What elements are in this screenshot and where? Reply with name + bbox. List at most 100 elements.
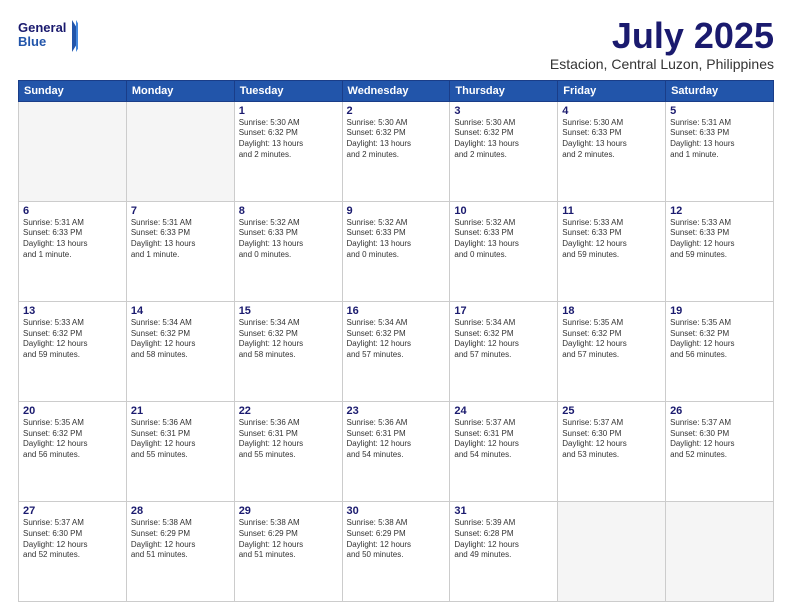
day-details: Sunrise: 5:37 AM Sunset: 6:30 PM Dayligh… [23, 518, 122, 561]
calendar-header-cell: Saturday [666, 80, 774, 101]
calendar-cell: 23Sunrise: 5:36 AM Sunset: 6:31 PM Dayli… [342, 401, 450, 501]
day-details: Sunrise: 5:33 AM Sunset: 6:33 PM Dayligh… [670, 218, 769, 261]
day-number: 22 [239, 405, 338, 417]
day-number: 11 [562, 205, 661, 217]
day-number: 18 [562, 305, 661, 317]
day-number: 9 [347, 205, 446, 217]
calendar-header-row: SundayMondayTuesdayWednesdayThursdayFrid… [19, 80, 774, 101]
calendar-cell [558, 501, 666, 601]
calendar-cell: 25Sunrise: 5:37 AM Sunset: 6:30 PM Dayli… [558, 401, 666, 501]
day-number: 27 [23, 505, 122, 517]
day-details: Sunrise: 5:32 AM Sunset: 6:33 PM Dayligh… [454, 218, 553, 261]
day-number: 14 [131, 305, 230, 317]
day-number: 30 [347, 505, 446, 517]
day-details: Sunrise: 5:35 AM Sunset: 6:32 PM Dayligh… [670, 318, 769, 361]
day-number: 7 [131, 205, 230, 217]
day-number: 29 [239, 505, 338, 517]
calendar-cell: 17Sunrise: 5:34 AM Sunset: 6:32 PM Dayli… [450, 301, 558, 401]
header: General Blue July 2025 Estacion, Central… [18, 16, 774, 72]
day-details: Sunrise: 5:30 AM Sunset: 6:32 PM Dayligh… [347, 118, 446, 161]
calendar-cell: 7Sunrise: 5:31 AM Sunset: 6:33 PM Daylig… [126, 201, 234, 301]
calendar-cell: 19Sunrise: 5:35 AM Sunset: 6:32 PM Dayli… [666, 301, 774, 401]
day-details: Sunrise: 5:34 AM Sunset: 6:32 PM Dayligh… [239, 318, 338, 361]
calendar-cell: 10Sunrise: 5:32 AM Sunset: 6:33 PM Dayli… [450, 201, 558, 301]
day-number: 31 [454, 505, 553, 517]
day-details: Sunrise: 5:38 AM Sunset: 6:29 PM Dayligh… [239, 518, 338, 561]
day-details: Sunrise: 5:35 AM Sunset: 6:32 PM Dayligh… [23, 418, 122, 461]
day-number: 5 [670, 105, 769, 117]
calendar-header-cell: Thursday [450, 80, 558, 101]
calendar-cell: 18Sunrise: 5:35 AM Sunset: 6:32 PM Dayli… [558, 301, 666, 401]
day-number: 20 [23, 405, 122, 417]
calendar-cell: 11Sunrise: 5:33 AM Sunset: 6:33 PM Dayli… [558, 201, 666, 301]
day-details: Sunrise: 5:34 AM Sunset: 6:32 PM Dayligh… [347, 318, 446, 361]
calendar-week-row: 27Sunrise: 5:37 AM Sunset: 6:30 PM Dayli… [19, 501, 774, 601]
calendar-header-cell: Wednesday [342, 80, 450, 101]
day-number: 3 [454, 105, 553, 117]
day-number: 8 [239, 205, 338, 217]
calendar-cell: 30Sunrise: 5:38 AM Sunset: 6:29 PM Dayli… [342, 501, 450, 601]
location-title: Estacion, Central Luzon, Philippines [550, 56, 774, 72]
day-number: 2 [347, 105, 446, 117]
day-details: Sunrise: 5:33 AM Sunset: 6:32 PM Dayligh… [23, 318, 122, 361]
day-details: Sunrise: 5:36 AM Sunset: 6:31 PM Dayligh… [239, 418, 338, 461]
calendar-cell: 24Sunrise: 5:37 AM Sunset: 6:31 PM Dayli… [450, 401, 558, 501]
calendar-cell: 20Sunrise: 5:35 AM Sunset: 6:32 PM Dayli… [19, 401, 127, 501]
day-details: Sunrise: 5:38 AM Sunset: 6:29 PM Dayligh… [347, 518, 446, 561]
calendar-header-cell: Friday [558, 80, 666, 101]
calendar-cell: 12Sunrise: 5:33 AM Sunset: 6:33 PM Dayli… [666, 201, 774, 301]
day-number: 24 [454, 405, 553, 417]
day-number: 17 [454, 305, 553, 317]
calendar-header-cell: Sunday [19, 80, 127, 101]
calendar-cell: 9Sunrise: 5:32 AM Sunset: 6:33 PM Daylig… [342, 201, 450, 301]
calendar-cell: 27Sunrise: 5:37 AM Sunset: 6:30 PM Dayli… [19, 501, 127, 601]
day-details: Sunrise: 5:37 AM Sunset: 6:30 PM Dayligh… [562, 418, 661, 461]
day-details: Sunrise: 5:30 AM Sunset: 6:33 PM Dayligh… [562, 118, 661, 161]
day-number: 25 [562, 405, 661, 417]
day-number: 10 [454, 205, 553, 217]
day-number: 26 [670, 405, 769, 417]
day-details: Sunrise: 5:34 AM Sunset: 6:32 PM Dayligh… [454, 318, 553, 361]
day-details: Sunrise: 5:34 AM Sunset: 6:32 PM Dayligh… [131, 318, 230, 361]
calendar-header-cell: Monday [126, 80, 234, 101]
day-details: Sunrise: 5:35 AM Sunset: 6:32 PM Dayligh… [562, 318, 661, 361]
calendar-cell: 16Sunrise: 5:34 AM Sunset: 6:32 PM Dayli… [342, 301, 450, 401]
svg-text:Blue: Blue [18, 34, 46, 49]
day-number: 21 [131, 405, 230, 417]
day-number: 28 [131, 505, 230, 517]
title-block: July 2025 Estacion, Central Luzon, Phili… [550, 16, 774, 72]
calendar-week-row: 13Sunrise: 5:33 AM Sunset: 6:32 PM Dayli… [19, 301, 774, 401]
day-details: Sunrise: 5:37 AM Sunset: 6:30 PM Dayligh… [670, 418, 769, 461]
calendar-week-row: 1Sunrise: 5:30 AM Sunset: 6:32 PM Daylig… [19, 101, 774, 201]
calendar-cell: 28Sunrise: 5:38 AM Sunset: 6:29 PM Dayli… [126, 501, 234, 601]
day-details: Sunrise: 5:30 AM Sunset: 6:32 PM Dayligh… [454, 118, 553, 161]
day-details: Sunrise: 5:32 AM Sunset: 6:33 PM Dayligh… [239, 218, 338, 261]
day-details: Sunrise: 5:33 AM Sunset: 6:33 PM Dayligh… [562, 218, 661, 261]
month-title: July 2025 [550, 16, 774, 56]
calendar-cell: 13Sunrise: 5:33 AM Sunset: 6:32 PM Dayli… [19, 301, 127, 401]
calendar-cell [666, 501, 774, 601]
logo: General Blue [18, 16, 78, 56]
calendar-cell [19, 101, 127, 201]
calendar-cell: 2Sunrise: 5:30 AM Sunset: 6:32 PM Daylig… [342, 101, 450, 201]
calendar-cell: 1Sunrise: 5:30 AM Sunset: 6:32 PM Daylig… [234, 101, 342, 201]
calendar-week-row: 6 Sunrise: 5:31 AM Sunset: 6:33 PM Daylig… [19, 201, 774, 301]
day-details: Sunrise: 5:38 AM Sunset: 6:29 PM Dayligh… [131, 518, 230, 561]
page: General Blue July 2025 Estacion, Central… [0, 0, 792, 612]
calendar-cell: 31Sunrise: 5:39 AM Sunset: 6:28 PM Dayli… [450, 501, 558, 601]
day-number: 23 [347, 405, 446, 417]
day-details: Sunrise: 5:31 AM Sunset: 6:33 PM Dayligh… [670, 118, 769, 161]
calendar-cell: 3Sunrise: 5:30 AM Sunset: 6:32 PM Daylig… [450, 101, 558, 201]
day-details: Sunrise: 5:36 AM Sunset: 6:31 PM Dayligh… [347, 418, 446, 461]
day-number: 19 [670, 305, 769, 317]
day-details: Sunrise: 5:32 AM Sunset: 6:33 PM Dayligh… [347, 218, 446, 261]
svg-text:General: General [18, 20, 66, 35]
day-number: 16 [347, 305, 446, 317]
calendar-cell: 15Sunrise: 5:34 AM Sunset: 6:32 PM Dayli… [234, 301, 342, 401]
calendar-cell: 29Sunrise: 5:38 AM Sunset: 6:29 PM Dayli… [234, 501, 342, 601]
calendar-header-cell: Tuesday [234, 80, 342, 101]
day-number: 6 [23, 205, 122, 217]
day-details: Sunrise: 5:31 AM Sunset: 6:33 PM Dayligh… [131, 218, 230, 261]
logo-svg: General Blue [18, 16, 78, 56]
calendar-cell: 5Sunrise: 5:31 AM Sunset: 6:33 PM Daylig… [666, 101, 774, 201]
